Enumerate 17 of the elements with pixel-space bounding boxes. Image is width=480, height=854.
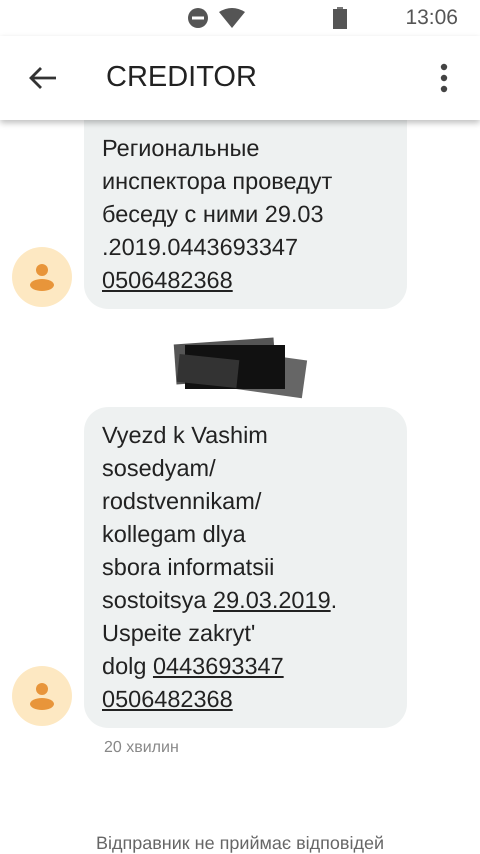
avatar-icon (12, 666, 72, 726)
message-timestamp: 20 хвилин (104, 738, 180, 758)
no-reply-notice: Відправник не приймає відповідей (94, 832, 386, 854)
battery-icon (333, 7, 348, 29)
message-text: Vyezd k Vashim sosedyam/ rodstvennikam/ kollegam dlya sbora informatsii sostoitsya 29.03.2019. Uspeite zakryt' dolg 0443693347 0506482368 (102, 421, 338, 714)
conversation-title: CREDITOR (106, 60, 257, 96)
wifi-icon (219, 8, 246, 28)
message-link[interactable]: 29.03.2019 (213, 587, 331, 613)
avatar-icon (12, 247, 72, 307)
message-link[interactable]: 0506482368 (102, 686, 233, 712)
more-options-icon (440, 63, 448, 93)
message-text: Региональные инспектора проведут беседу с ними 29.03 .2019.0443693347 0506482368 (102, 134, 334, 295)
do-not-disturb-icon (187, 7, 210, 29)
message-link[interactable]: 0506482368 (102, 267, 233, 293)
back-arrow-icon (28, 66, 58, 90)
clock-time: 13:06 (405, 5, 458, 32)
message-link[interactable]: 0443693347 (152, 653, 284, 679)
